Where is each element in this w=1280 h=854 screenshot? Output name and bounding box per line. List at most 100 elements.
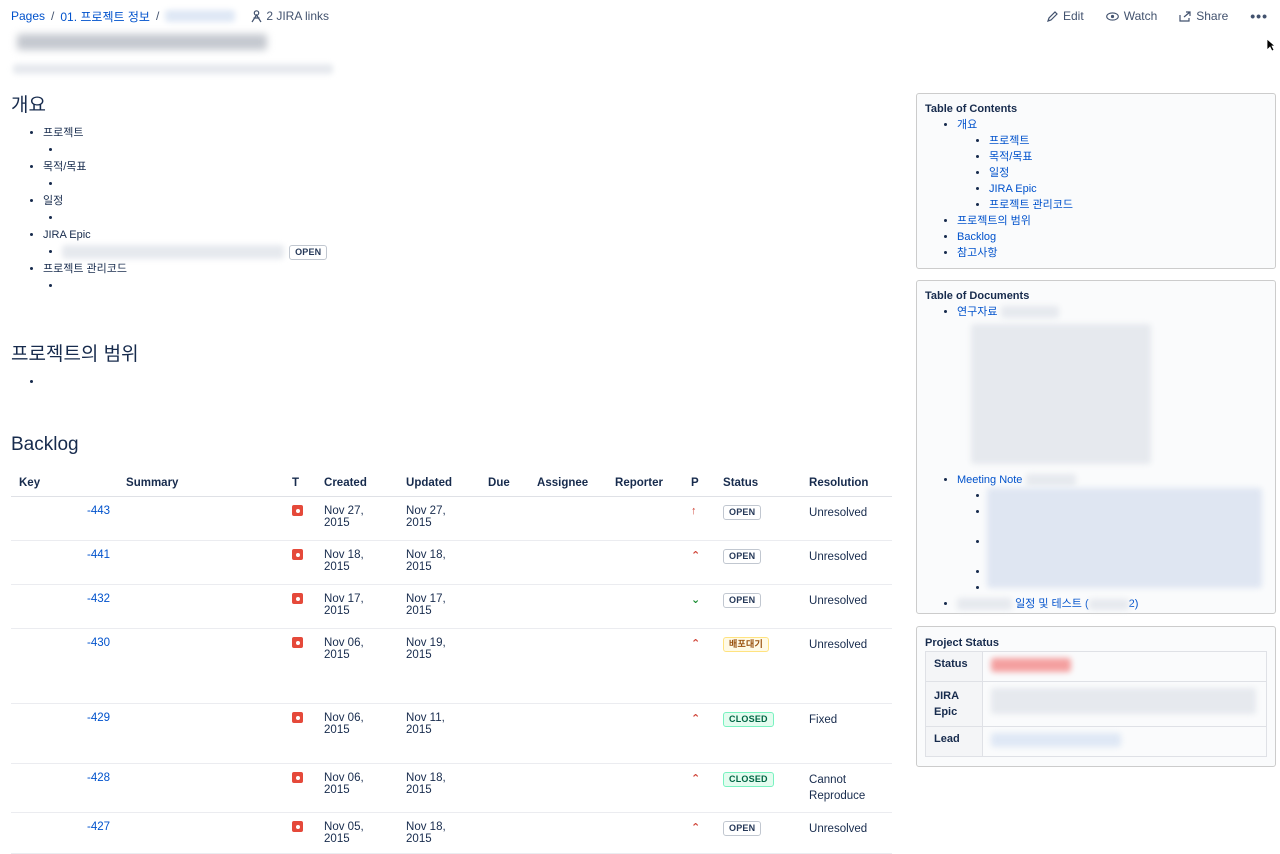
reporter-cell (607, 584, 684, 629)
type-cell (284, 703, 317, 764)
documents-panel: Table of Documents 연구자료 Meeting Note 일정 … (916, 280, 1276, 614)
type-cell (284, 540, 317, 585)
jira-epic-value[interactable] (982, 681, 1267, 727)
column-header-created[interactable]: Created (316, 470, 399, 497)
reporter-cell (607, 540, 684, 585)
scope-list (11, 374, 896, 390)
column-header-status[interactable]: Status (715, 470, 802, 497)
jira-links[interactable]: 2 JIRA links (251, 9, 329, 23)
summary-cell[interactable] (118, 584, 285, 629)
main-content: 개요 프로젝트 목적/목표 일정 JIRA Epic OPEN 프로젝트 관리코… (11, 90, 896, 854)
project-status-panel: Project Status Status JIRA Epic Lead (916, 626, 1276, 767)
summary-cell[interactable] (118, 496, 285, 541)
priority-high-icon: ⌃ (691, 822, 701, 834)
created-cell: Nov 06, 2015 (316, 763, 399, 813)
bug-icon (292, 772, 304, 783)
overview-heading: 개요 (11, 95, 46, 116)
edit-label: Edit (1063, 9, 1084, 23)
updated-cell: Nov 27, 2015 (398, 496, 481, 541)
toc-link-scope[interactable]: 프로젝트의 범위 (957, 215, 1031, 227)
issue-key-link[interactable]: -432 (87, 593, 110, 605)
doc-link-meeting-note[interactable]: Meeting Note (957, 474, 1022, 486)
assignee-cell (529, 763, 608, 813)
toc-link-jira-epic[interactable]: JIRA Epic (989, 183, 1037, 195)
backlog-rows: -443 Nov 27, 2015 Nov 27, 2015 ↑ OPEN Unresol… (11, 496, 892, 854)
column-header-assignee[interactable]: Assignee (529, 470, 608, 497)
issue-key-link[interactable]: -429 (87, 712, 110, 724)
list-item (43, 374, 896, 390)
issue-key-link[interactable]: -430 (87, 637, 110, 649)
column-header-reporter[interactable]: Reporter (607, 470, 684, 497)
table-row: -432 Nov 17, 2015 Nov 17, 2015 ⌄ OPEN Unresol… (11, 584, 892, 629)
share-button[interactable]: Share (1179, 9, 1228, 23)
issue-key-cell: -428 (11, 763, 119, 813)
jira-icon (251, 9, 262, 22)
column-header-resolution[interactable]: Resolution (801, 470, 892, 497)
summary-cell[interactable] (118, 540, 285, 585)
priority-highest-icon: ↑ (691, 505, 697, 517)
watch-button[interactable]: Watch (1105, 9, 1158, 23)
page-actions: Edit Watch Share ••• (1047, 8, 1268, 24)
toc-link-project[interactable]: 프로젝트 (989, 135, 1029, 147)
column-header-summary[interactable]: Summary (118, 470, 285, 497)
list-item (62, 209, 896, 227)
column-header-key[interactable]: Key (11, 470, 119, 497)
summary-cell[interactable] (118, 812, 285, 854)
reporter-cell (607, 496, 684, 541)
reporter-cell (607, 703, 684, 764)
toc-link-overview[interactable]: 개요 (957, 119, 977, 131)
column-header-priority[interactable]: P (683, 470, 716, 497)
toc-link-goals[interactable]: 목적/목표 (989, 151, 1033, 163)
issue-key-cell: -432 (11, 584, 119, 629)
edit-button[interactable]: Edit (1047, 9, 1084, 23)
priority-cell: ⌄ (683, 584, 716, 629)
documents-title: Table of Documents (925, 290, 1030, 302)
watch-label: Watch (1123, 9, 1158, 23)
summary-cell[interactable] (118, 703, 285, 764)
status-badge: 배포대기 (723, 637, 769, 652)
more-actions-button[interactable]: ••• (1250, 8, 1268, 24)
status-badge: CLOSED (723, 712, 774, 727)
breadcrumb-pages-link[interactable]: Pages (11, 9, 45, 23)
due-cell (480, 540, 530, 585)
resolution-cell: Fixed (801, 703, 892, 764)
toc-link-notes[interactable]: 참고사항 (957, 247, 997, 259)
issue-key-cell: -430 (11, 628, 119, 704)
table-row: -443 Nov 27, 2015 Nov 27, 2015 ↑ OPEN Unresol… (11, 496, 892, 541)
status-cell: 배포대기 (715, 628, 802, 704)
breadcrumb: Pages / 01. 프로젝트 정보 / 2 JIRA links (11, 8, 329, 24)
epic-link-item[interactable]: OPEN (62, 243, 896, 261)
jira-links-label: 2 JIRA links (266, 9, 330, 23)
resolution-cell: Unresolved (801, 540, 892, 585)
status-badge: OPEN (723, 505, 762, 520)
issue-key-link[interactable]: -428 (87, 772, 110, 784)
column-header-type[interactable]: T (284, 470, 317, 497)
project-status-table: Status JIRA Epic Lead (925, 651, 1267, 757)
priority-high-icon: ⌃ (691, 638, 701, 650)
toc-link-schedule[interactable]: 일정 (989, 167, 1009, 179)
summary-cell[interactable] (118, 628, 285, 704)
doc-link-schedule-test[interactable]: 일정 및 테스트 (2) (1015, 598, 1138, 610)
status-value (982, 651, 1267, 682)
issue-key-link[interactable]: -441 (87, 549, 110, 561)
toc-link-backlog[interactable]: Backlog (957, 231, 996, 243)
lead-label: Lead (925, 726, 983, 757)
column-header-due[interactable]: Due (480, 470, 530, 497)
doc-link-research[interactable]: 연구자료 (957, 306, 997, 318)
priority-high-icon: ⌃ (691, 773, 701, 785)
updated-cell: Nov 19, 2015 (398, 628, 481, 704)
toc-link-management-code[interactable]: 프로젝트 관리코드 (989, 199, 1073, 211)
breadcrumb-parent-link[interactable]: 01. 프로젝트 정보 (60, 8, 150, 25)
due-cell (480, 763, 530, 813)
breadcrumb-current-link[interactable] (165, 10, 236, 22)
status-cell: OPEN (715, 540, 802, 585)
type-cell (284, 763, 317, 813)
summary-cell[interactable] (118, 763, 285, 813)
issue-key-link[interactable]: -427 (87, 821, 110, 833)
issue-key-link[interactable]: -443 (87, 505, 110, 517)
lead-value[interactable] (982, 726, 1267, 757)
list-item: 목적/목표 (43, 159, 896, 193)
created-cell: Nov 27, 2015 (316, 496, 399, 541)
reporter-cell (607, 763, 684, 813)
column-header-updated[interactable]: Updated (398, 470, 481, 497)
